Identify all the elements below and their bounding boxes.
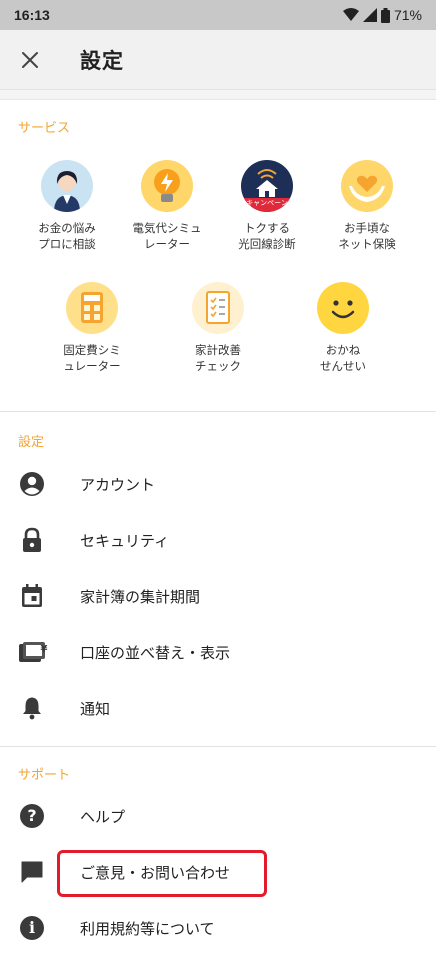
service-label-line2: プロに相談 xyxy=(38,237,96,251)
section-label-services: サービス xyxy=(18,121,71,136)
service-label-line2: 光回線診断 xyxy=(238,237,296,251)
help-glyph: ? xyxy=(27,806,37,825)
highlight-box xyxy=(57,850,267,897)
service-label-line1: 家計改善 xyxy=(195,343,241,357)
service-fiber[interactable]: キャンペーン トクする 光回線診断 xyxy=(212,160,322,252)
service-label-line1: お金の悩み xyxy=(38,221,96,235)
settings-item-label: 家計簿の集計期間 xyxy=(80,587,201,606)
status-icons: 71% xyxy=(342,7,422,23)
settings-item-label: セキュリティ xyxy=(80,531,170,550)
support-item-help[interactable]: ? ヘルプ xyxy=(0,788,436,844)
lightbulb-icon xyxy=(141,160,193,212)
wifi-icon xyxy=(342,8,359,21)
service-label-line2: ュレーター xyxy=(63,359,121,373)
settings-item-accounts-order[interactable]: ¥ 口座の並べ替え・表示 xyxy=(0,624,436,680)
status-time: 16:13 xyxy=(14,7,50,23)
settings-item-account[interactable]: アカウント xyxy=(0,456,436,512)
service-label-line1: おかね xyxy=(325,343,361,357)
section-label-support: サポート xyxy=(18,768,71,783)
service-label-line1: トクする xyxy=(244,221,290,235)
help-icon: ? xyxy=(18,802,46,830)
battery-icon xyxy=(380,7,390,23)
settings-item-label: 通知 xyxy=(80,699,111,718)
status-bar: 16:13 71% xyxy=(0,0,436,30)
page-title: 設定 xyxy=(80,48,124,73)
service-okane-sensei[interactable]: おかね せんせい xyxy=(288,282,398,374)
service-label-line1: 固定費シミ xyxy=(63,343,121,357)
section-label-settings: 設定 xyxy=(18,435,45,450)
service-label-line2: ネット保険 xyxy=(338,237,396,251)
section-divider xyxy=(0,411,436,412)
section-divider xyxy=(0,746,436,747)
service-label-line1: 電気代シミュ xyxy=(132,221,202,235)
support-item-terms[interactable]: i 利用規約等について xyxy=(0,900,436,956)
settings-item-notification[interactable]: 通知 xyxy=(0,680,436,736)
service-label-line1: お手頃な xyxy=(344,221,390,235)
account-icon xyxy=(18,470,46,498)
service-advisor[interactable]: お金の悩み プロに相談 xyxy=(12,160,122,252)
header-shadow xyxy=(0,90,436,100)
support-item-label: 利用規約等について xyxy=(80,919,215,938)
app-bar: 設定 xyxy=(0,30,436,90)
info-glyph: i xyxy=(28,918,36,937)
service-label-line2: レーター xyxy=(144,237,190,251)
close-icon xyxy=(22,51,38,68)
lock-icon xyxy=(18,526,46,554)
service-electricity[interactable]: 電気代シミュ レーター xyxy=(112,160,222,252)
calculator-icon xyxy=(66,282,118,334)
info-icon: i xyxy=(18,914,46,942)
settings-item-security[interactable]: セキュリティ xyxy=(0,512,436,568)
service-insurance[interactable]: お手頃な ネット保険 xyxy=(312,160,422,252)
settings-item-label: 口座の並べ替え・表示 xyxy=(80,643,231,662)
advisor-icon xyxy=(41,160,93,212)
yen-glyph: ¥ xyxy=(40,644,48,655)
service-household-check[interactable]: 家計改善 チェック xyxy=(163,282,273,374)
bell-icon xyxy=(18,694,46,722)
service-label-line2: せんせい xyxy=(320,359,366,373)
support-item-label: ヘルプ xyxy=(80,807,126,826)
signal-icon xyxy=(362,8,377,22)
campaign-badge: キャンペーン xyxy=(246,199,288,207)
service-fixed-cost[interactable]: 固定費シミ ュレーター xyxy=(37,282,147,374)
checklist-icon xyxy=(192,282,244,334)
service-label-line2: チェック xyxy=(195,359,241,373)
smiley-icon xyxy=(317,282,369,334)
settings-item-label: アカウント xyxy=(80,475,156,494)
close-button[interactable] xyxy=(0,30,60,90)
heart-hands-icon xyxy=(341,160,393,212)
battery-level: 71% xyxy=(393,7,422,23)
settings-item-period[interactable]: 家計簿の集計期間 xyxy=(0,568,436,624)
feedback-icon xyxy=(18,858,46,886)
calendar-icon xyxy=(18,582,46,610)
wallet-icon: ¥ xyxy=(18,638,47,666)
house-wifi-icon: キャンペーン xyxy=(241,160,293,212)
